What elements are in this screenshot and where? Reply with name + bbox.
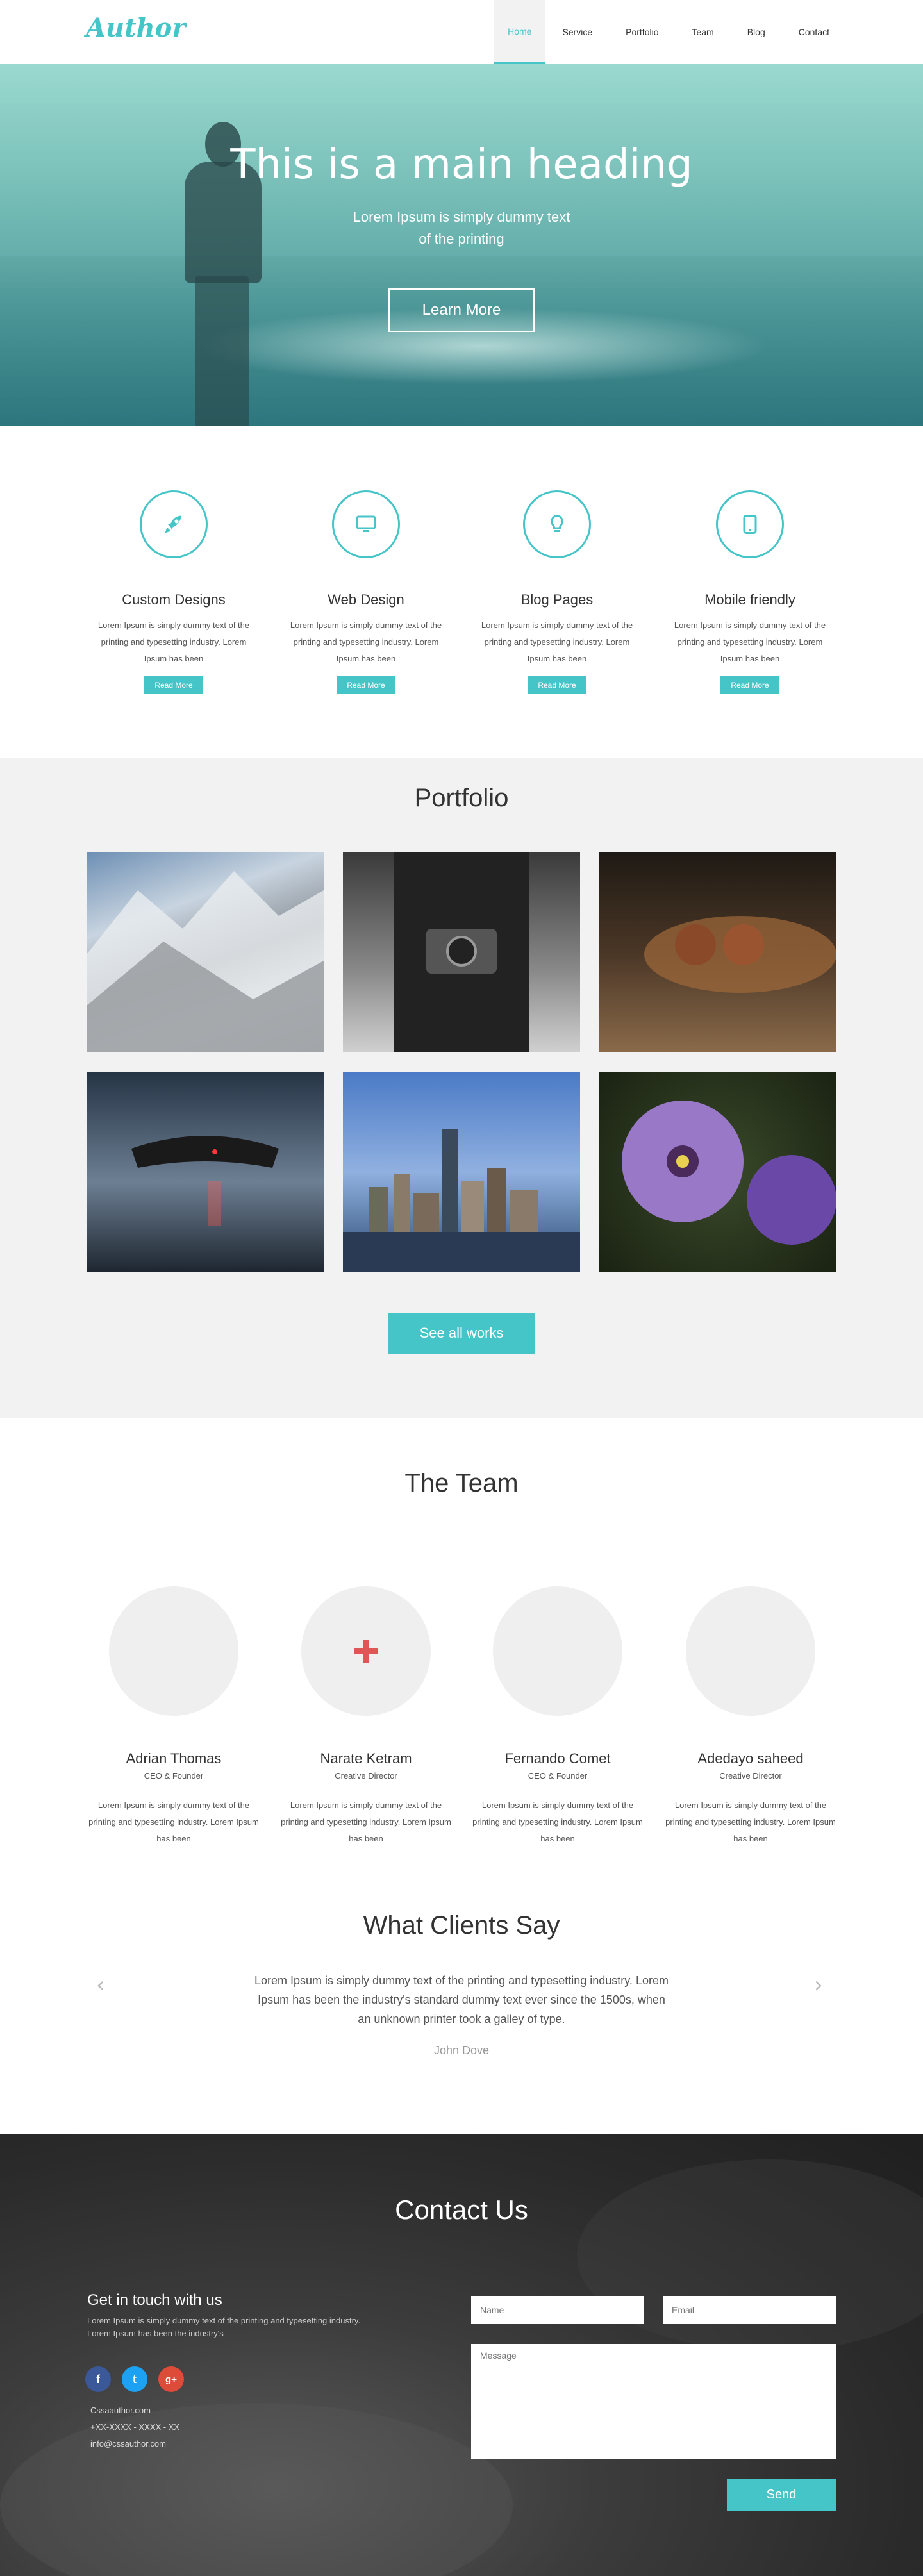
chevron-left-icon[interactable]: ‹ xyxy=(96,1972,105,1998)
service-blog-pages: Blog Pages Lorem Ipsum is simply dummy t… xyxy=(474,490,640,694)
portfolio-section: Portfolio See all works xyxy=(0,758,923,1418)
service-title: Mobile friendly xyxy=(704,592,795,608)
service-icon-circle xyxy=(140,490,208,558)
hero-subtext-line2: of the printing xyxy=(419,231,504,247)
portfolio-item-chestnuts-on-leaf[interactable] xyxy=(599,852,836,1052)
member-name: Adedayo saheed xyxy=(697,1750,804,1766)
background-blur xyxy=(0,2403,513,2576)
member-role: CEO & Founder xyxy=(144,1771,204,1781)
service-title: Web Design xyxy=(328,592,404,608)
see-all-works-button[interactable]: See all works xyxy=(388,1313,535,1354)
team-member: Adedayo saheed Creative Director Lorem I… xyxy=(664,1586,837,1847)
portfolio-item-city-skyline[interactable] xyxy=(343,1072,580,1272)
avatar[interactable] xyxy=(109,1586,238,1716)
google-plus-icon[interactable]: g+ xyxy=(158,2366,184,2392)
member-role: Creative Director xyxy=(335,1771,397,1781)
contact-title: Contact Us xyxy=(395,2195,528,2225)
hero-heading: This is a main heading xyxy=(230,141,693,188)
read-more-button[interactable]: Read More xyxy=(528,676,586,694)
rocket-icon xyxy=(165,515,181,533)
send-button[interactable]: Send xyxy=(727,2479,836,2511)
service-icon-circle xyxy=(332,490,400,558)
avatar[interactable] xyxy=(493,1586,622,1716)
testimonial-quote: Lorem Ipsum is simply dummy text of the … xyxy=(254,1974,669,2025)
service-text: Lorem Ipsum is simply dummy text of the … xyxy=(97,620,250,663)
nav-item-contact[interactable]: Contact xyxy=(782,0,846,64)
member-name: Narate Ketram xyxy=(320,1750,412,1766)
learn-more-button[interactable]: Learn More xyxy=(388,288,535,332)
facebook-icon[interactable]: f xyxy=(85,2366,111,2392)
service-text: Lorem Ipsum is simply dummy text of the … xyxy=(481,620,633,663)
member-name: Fernando Comet xyxy=(504,1750,611,1766)
nav-item-home[interactable]: Home xyxy=(494,0,546,64)
team-section: The Team Adrian Thomas CEO & Founder Lor… xyxy=(0,1418,923,2134)
service-text: Lorem Ipsum is simply dummy text of the … xyxy=(674,620,826,663)
service-icon-circle xyxy=(716,490,784,558)
member-name: Adrian Thomas xyxy=(126,1750,222,1766)
service-web-design: Web Design Lorem Ipsum is simply dummy t… xyxy=(283,490,449,694)
chevron-right-icon[interactable]: › xyxy=(814,1972,823,1998)
hero-subtext-line1: Lorem Ipsum is simply dummy text xyxy=(353,209,570,225)
nav-item-team[interactable]: Team xyxy=(675,0,730,64)
name-field[interactable] xyxy=(471,2296,644,2324)
contact-website[interactable]: Cssaauthor.com xyxy=(90,2406,151,2415)
twitter-icon[interactable]: t xyxy=(122,2366,147,2392)
testimonial-author: John Dove xyxy=(433,2044,490,2057)
read-more-button[interactable]: Read More xyxy=(144,676,203,694)
member-bio: Lorem Ipsum is simply dummy text of the … xyxy=(281,1800,451,1843)
service-title: Custom Designs xyxy=(122,592,226,608)
site-header: Author Home Service Portfolio Team Blog … xyxy=(0,0,923,64)
portfolio-item-camera-photographer[interactable] xyxy=(343,852,580,1052)
read-more-button[interactable]: Read More xyxy=(337,676,395,694)
tablet-icon xyxy=(743,515,757,534)
email-field[interactable] xyxy=(663,2296,836,2324)
team-member: Fernando Comet CEO & Founder Lorem Ipsum… xyxy=(471,1586,644,1847)
lightbulb-icon xyxy=(551,514,563,532)
service-title: Blog Pages xyxy=(520,592,594,608)
portfolio-item-purple-petunia[interactable] xyxy=(599,1072,836,1272)
plus-icon xyxy=(354,1640,378,1663)
member-bio: Lorem Ipsum is simply dummy text of the … xyxy=(472,1800,643,1843)
member-bio: Lorem Ipsum is simply dummy text of the … xyxy=(665,1800,836,1843)
portfolio-item-snowy-mountains[interactable] xyxy=(87,852,324,1052)
read-more-button[interactable]: Read More xyxy=(720,676,779,694)
portfolio-item-game-controller[interactable] xyxy=(87,1072,324,1272)
site-logo[interactable]: Author xyxy=(86,13,185,43)
team-member: Adrian Thomas CEO & Founder Lorem Ipsum … xyxy=(87,1586,260,1847)
testimonials-title: What Clients Say xyxy=(363,1911,560,1940)
team-title: The Team xyxy=(404,1469,519,1497)
services-section: Custom Designs Lorem Ipsum is simply dum… xyxy=(0,426,923,758)
get-in-touch-heading: Get in touch with us xyxy=(87,2291,222,2309)
portfolio-title: Portfolio xyxy=(414,784,509,812)
service-text: Lorem Ipsum is simply dummy text of the … xyxy=(290,620,442,663)
member-role: Creative Director xyxy=(719,1771,782,1781)
contact-section: Contact Us Get in touch with us Lorem Ip… xyxy=(0,2134,923,2576)
nav-item-portfolio[interactable]: Portfolio xyxy=(609,0,675,64)
avatar[interactable] xyxy=(301,1586,431,1716)
message-field[interactable] xyxy=(471,2344,836,2459)
hero-banner: This is a main heading Lorem Ipsum is si… xyxy=(0,64,923,426)
member-bio: Lorem Ipsum is simply dummy text of the … xyxy=(88,1800,259,1843)
avatar[interactable] xyxy=(686,1586,815,1716)
contact-email[interactable]: info@cssauthor.com xyxy=(90,2439,166,2448)
main-nav: Home Service Portfolio Team Blog Contact xyxy=(494,0,846,64)
member-role: CEO & Founder xyxy=(528,1771,588,1781)
nav-item-service[interactable]: Service xyxy=(545,0,609,64)
nav-item-blog[interactable]: Blog xyxy=(731,0,782,64)
service-mobile-friendly: Mobile friendly Lorem Ipsum is simply du… xyxy=(667,490,833,694)
hero-subtext: Lorem Ipsum is simply dummy text of the … xyxy=(333,206,590,250)
contact-intro: Lorem Ipsum is simply dummy text of the … xyxy=(87,2316,361,2338)
monitor-icon xyxy=(356,515,376,532)
service-icon-circle xyxy=(523,490,591,558)
contact-phone: +XX-XXXX - XXXX - XX xyxy=(90,2422,180,2432)
service-custom-designs: Custom Designs Lorem Ipsum is simply dum… xyxy=(90,490,257,694)
team-member: Narate Ketram Creative Director Lorem Ip… xyxy=(279,1586,453,1847)
